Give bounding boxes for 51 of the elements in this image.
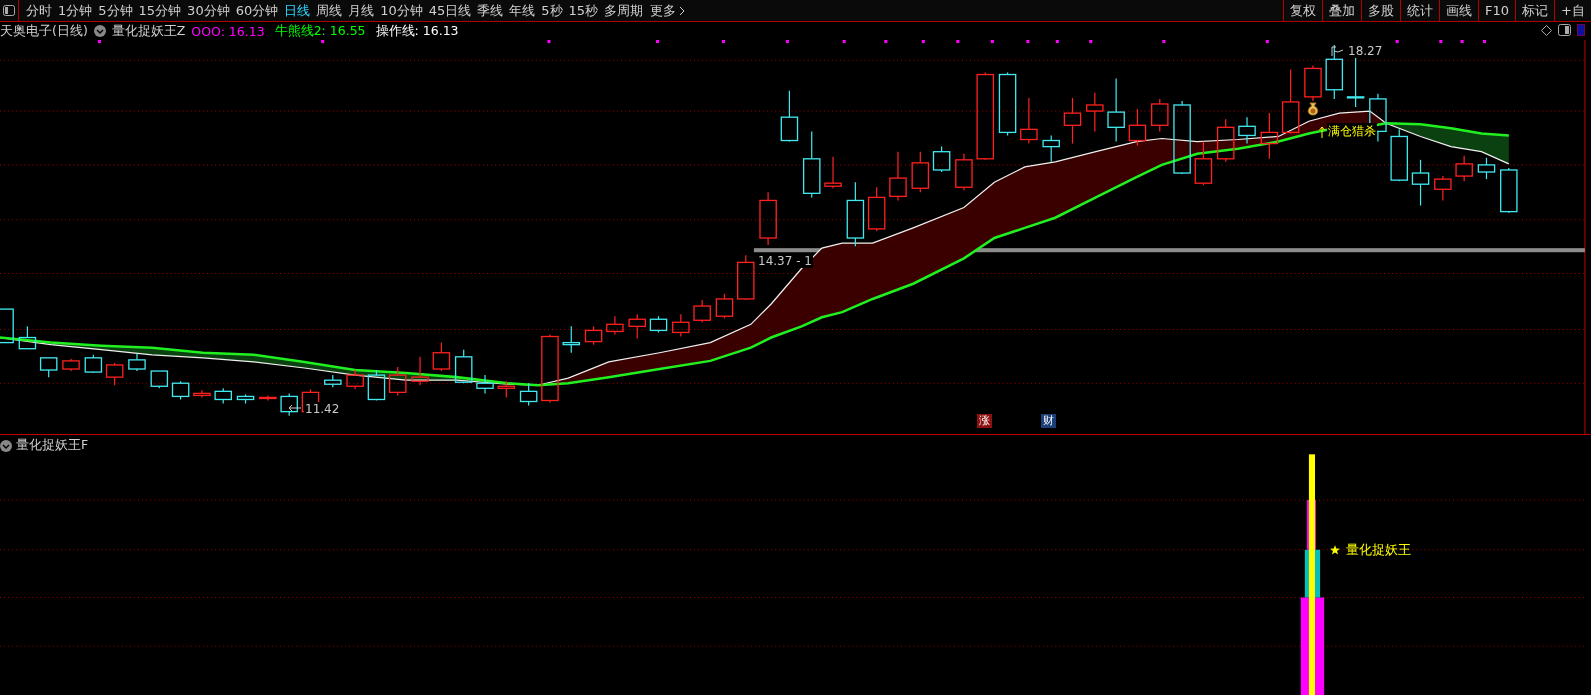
toolbar-button[interactable]: 标记: [1515, 0, 1555, 21]
star-icon: [1330, 545, 1340, 555]
period-tab[interactable]: 1分钟: [55, 1, 96, 20]
more-button[interactable]: 更多: [646, 1, 690, 20]
indicator-name[interactable]: 量化捉妖王F: [16, 437, 89, 454]
period-tab[interactable]: 60分钟: [232, 1, 282, 20]
toolbar-button[interactable]: +自: [1554, 0, 1591, 21]
period-tab[interactable]: 30分钟: [184, 1, 233, 20]
period-tab[interactable]: 周线: [313, 1, 346, 20]
price-label: 14.37 - 1: [757, 254, 813, 268]
period-tab[interactable]: 多周期: [601, 1, 647, 20]
period-tab[interactable]: 日线: [281, 1, 314, 20]
chevron-down-icon: [0, 439, 12, 452]
toolbar-button[interactable]: 画线: [1439, 0, 1479, 21]
toolbar-button[interactable]: F10: [1478, 0, 1516, 21]
period-tab[interactable]: 分时: [23, 1, 55, 20]
period-tab[interactable]: 月线: [345, 1, 378, 20]
signal-label: 满仓猎杀: [1327, 123, 1377, 140]
price-label: 18.27: [1347, 44, 1384, 58]
indicator-value: OOO: 16.13: [191, 23, 265, 39]
flag-icon: [1331, 46, 1345, 56]
chevron-down-icon: [93, 25, 106, 37]
up-arrow-icon: [1319, 125, 1325, 138]
badge: 财: [1041, 414, 1056, 428]
diamond-icon: [1541, 24, 1552, 36]
toolbar-button[interactable]: 统计: [1400, 0, 1440, 21]
indicator-name[interactable]: 量化捉妖王Z: [111, 22, 186, 40]
indicator-value: 操作线: 16.13: [375, 22, 459, 40]
period-tab[interactable]: 季线: [474, 1, 507, 20]
period-tab[interactable]: 5分钟: [95, 1, 136, 20]
signal-label: 量化捉妖王: [1346, 541, 1411, 559]
period-tab[interactable]: 15秒: [565, 1, 602, 20]
toolbar-button[interactable]: 复权: [1283, 0, 1323, 21]
toolbar-button[interactable]: 叠加: [1322, 0, 1362, 21]
scroll-marker-icon: [1577, 24, 1585, 36]
stock-title: 天奥电子(日线): [0, 22, 88, 40]
period-tab[interactable]: 45日线: [425, 1, 475, 20]
money-bag-icon: [1306, 100, 1320, 116]
sidebar-icon: [3, 5, 15, 16]
price-label: 11.42: [304, 402, 341, 416]
left-arrow-icon: [288, 404, 302, 414]
indicator-value: 牛熊线2: 16.55: [274, 22, 366, 40]
sidebar-icon: [1558, 24, 1571, 36]
toolbar-button[interactable]: 多股: [1361, 0, 1401, 21]
badge: 涨: [977, 414, 992, 428]
period-tab[interactable]: 10分钟: [377, 1, 426, 20]
period-tab[interactable]: 5秒: [538, 1, 566, 20]
chevron-right-icon: [679, 5, 686, 16]
period-tab[interactable]: 年线: [506, 1, 539, 20]
period-tab[interactable]: 15分钟: [135, 1, 185, 20]
panel-toggle-button[interactable]: [0, 0, 19, 21]
